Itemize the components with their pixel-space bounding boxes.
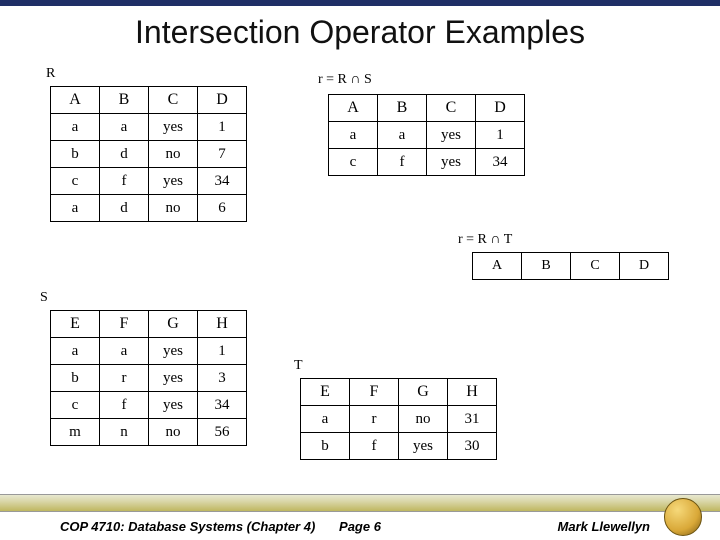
table-r-cell: d [100, 141, 149, 168]
table-t-cell: 30 [448, 433, 497, 460]
table-rs-cell: yes [427, 122, 476, 149]
label-r: R [46, 66, 55, 82]
table-r-header: B [100, 87, 149, 114]
table-r-cell: a [51, 114, 100, 141]
table-s-cell: 3 [198, 365, 247, 392]
table-rs-header: A [329, 95, 378, 122]
table-t-cell: r [350, 406, 399, 433]
table-s-header: H [198, 311, 247, 338]
table-rs: A B C D a a yes 1 c f yes 34 [328, 94, 525, 176]
table-s-cell: yes [149, 365, 198, 392]
table-t-cell: a [301, 406, 350, 433]
slide: Intersection Operator Examples R A B C D… [0, 0, 720, 540]
table-t-cell: 31 [448, 406, 497, 433]
label-t: T [294, 358, 303, 374]
table-rs-cell: a [329, 122, 378, 149]
table-rt-header: D [620, 253, 669, 280]
table-r-cell: c [51, 168, 100, 195]
table-r-cell: no [149, 141, 198, 168]
table-s-header: E [51, 311, 100, 338]
table-r-cell: 7 [198, 141, 247, 168]
table-r-cell: 34 [198, 168, 247, 195]
page-title: Intersection Operator Examples [0, 14, 720, 51]
table-r-cell: 1 [198, 114, 247, 141]
table-rs-header: D [476, 95, 525, 122]
table-s-cell: m [51, 419, 100, 446]
table-t-header: F [350, 379, 399, 406]
table-s: E F G H a a yes 1 b r yes 3 c f yes 34 m… [50, 310, 247, 446]
table-rs-cell: 34 [476, 149, 525, 176]
table-rs-cell: a [378, 122, 427, 149]
table-s-cell: b [51, 365, 100, 392]
table-t-cell: yes [399, 433, 448, 460]
table-r: A B C D a a yes 1 b d no 7 c f yes 34 a … [50, 86, 247, 222]
table-rs-cell: 1 [476, 122, 525, 149]
table-s-cell: c [51, 392, 100, 419]
table-rs-cell: f [378, 149, 427, 176]
table-r-cell: f [100, 168, 149, 195]
ucf-logo-icon [664, 498, 702, 536]
table-t-header: E [301, 379, 350, 406]
table-rt-header: A [473, 253, 522, 280]
table-s-cell: no [149, 419, 198, 446]
table-r-header: C [149, 87, 198, 114]
table-s-cell: 56 [198, 419, 247, 446]
table-s-cell: a [100, 338, 149, 365]
table-rt: A B C D [472, 252, 669, 280]
table-t: E F G H a r no 31 b f yes 30 [300, 378, 497, 460]
table-s-cell: f [100, 392, 149, 419]
table-rs-header: C [427, 95, 476, 122]
table-r-cell: d [100, 195, 149, 222]
top-accent-bar [0, 0, 720, 6]
table-t-header: G [399, 379, 448, 406]
table-r-header: A [51, 87, 100, 114]
label-r-equals-rt: r = R ∩ T [458, 232, 512, 248]
table-t-header: H [448, 379, 497, 406]
footer-author: Mark Llewellyn [558, 519, 650, 534]
table-s-cell: a [51, 338, 100, 365]
table-s-cell: 1 [198, 338, 247, 365]
table-s-cell: yes [149, 338, 198, 365]
label-s: S [40, 290, 48, 306]
table-s-cell: r [100, 365, 149, 392]
table-r-cell: yes [149, 114, 198, 141]
footer-bar [0, 494, 720, 512]
table-r-cell: a [100, 114, 149, 141]
table-s-cell: n [100, 419, 149, 446]
table-r-cell: no [149, 195, 198, 222]
table-r-header: D [198, 87, 247, 114]
table-rt-header: B [522, 253, 571, 280]
table-s-cell: 34 [198, 392, 247, 419]
table-s-header: G [149, 311, 198, 338]
table-t-cell: no [399, 406, 448, 433]
table-r-cell: 6 [198, 195, 247, 222]
table-t-cell: f [350, 433, 399, 460]
table-r-cell: b [51, 141, 100, 168]
table-rs-cell: yes [427, 149, 476, 176]
table-r-cell: a [51, 195, 100, 222]
table-t-cell: b [301, 433, 350, 460]
table-rt-header: C [571, 253, 620, 280]
table-rs-header: B [378, 95, 427, 122]
table-rs-cell: c [329, 149, 378, 176]
table-s-header: F [100, 311, 149, 338]
table-s-cell: yes [149, 392, 198, 419]
table-r-cell: yes [149, 168, 198, 195]
label-r-equals-rs: r = R ∩ S [318, 72, 372, 88]
